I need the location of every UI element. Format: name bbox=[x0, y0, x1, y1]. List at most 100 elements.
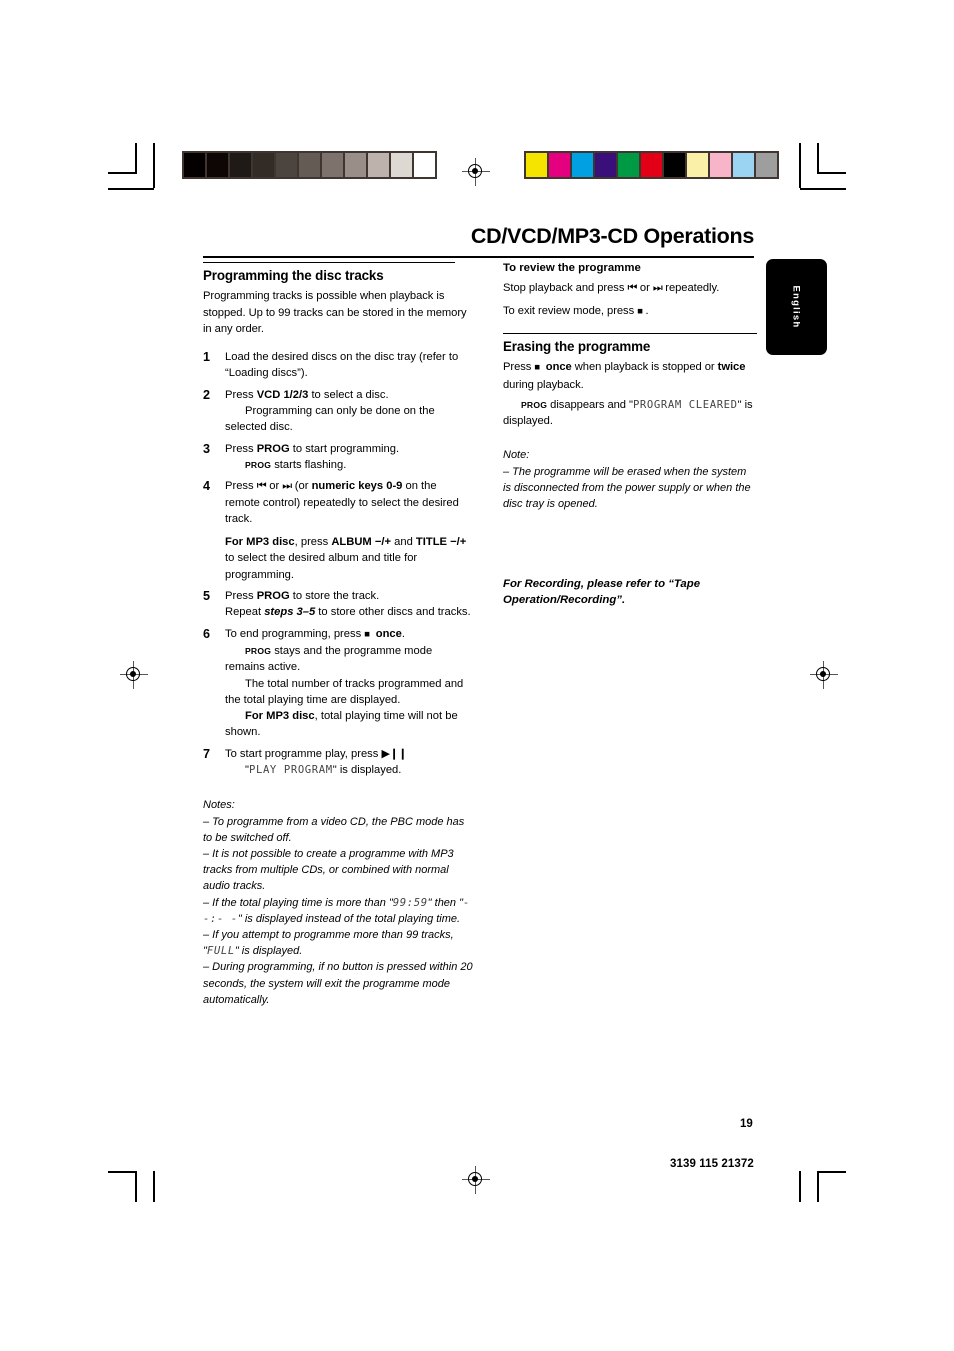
erase-line-2: PROG disappears and "PROGRAM CLEARED" is… bbox=[503, 397, 757, 430]
recording-reference-note: For Recording, please refer to “Tape Ope… bbox=[503, 577, 701, 606]
prog-indicator-3: PROG bbox=[521, 399, 548, 410]
programming-intro: Programming tracks is possible when play… bbox=[203, 290, 467, 335]
color-swatch-6 bbox=[664, 153, 685, 177]
step-6-period: . bbox=[401, 627, 405, 640]
step-4-line-2: For MP3 disc, press ALBUM −/+ and TITLE … bbox=[225, 534, 473, 583]
color-swatch-4 bbox=[618, 153, 639, 177]
step-4-select-text: to select the desired album and title fo… bbox=[225, 552, 418, 581]
crop-mark-bottom-left-v bbox=[135, 1172, 137, 1202]
display-play-program: PLAY PROGRAM bbox=[248, 764, 333, 777]
step-1-text: Load the desired discs on the disc tray … bbox=[225, 351, 459, 380]
section-heading-programming: Programming the disc tracks bbox=[203, 268, 384, 284]
grayscale-swatch-2 bbox=[230, 153, 251, 177]
step-3-post: to start programming. bbox=[289, 442, 400, 455]
erase-pre: Press bbox=[503, 361, 535, 374]
right-column: To review the programme Stop playback an… bbox=[503, 262, 757, 620]
display-program-cleared: PROGRAM CLEARED bbox=[632, 398, 738, 411]
right-note-text: – The programme will be erased when the … bbox=[503, 465, 751, 511]
review-pre: Stop playback and press bbox=[503, 282, 628, 294]
review-line-2: To exit review mode, press ■ . bbox=[503, 302, 757, 321]
grayscale-swatch-10 bbox=[414, 153, 435, 177]
play-pause-icon: ▶❙❙ bbox=[381, 747, 407, 760]
registration-mark-right bbox=[810, 661, 838, 689]
crop-mark-top-left-v bbox=[135, 143, 137, 173]
step-7-line-1: To start programme play, press ▶❙❙ bbox=[225, 746, 473, 762]
color-swatch-7 bbox=[687, 153, 708, 177]
note-item-4: – If you attempt to programme more than … bbox=[203, 927, 473, 959]
note-4-post: " is displayed. bbox=[234, 945, 303, 958]
step-4: 4 Press ⏮ or ⏭ (or numeric keys 0-9 on t… bbox=[203, 478, 473, 583]
step-4-numeric-keys: numeric keys 0-9 bbox=[311, 480, 403, 493]
grayscale-swatch-9 bbox=[391, 153, 412, 177]
subheading-review-programme: To review the programme bbox=[503, 262, 641, 274]
registration-mark-top bbox=[462, 158, 490, 186]
step-6-once: once bbox=[375, 627, 402, 640]
step-2: 2 Press VCD 1/2/3 to select a disc. Prog… bbox=[203, 387, 473, 436]
crop-mark-bottom-left-h bbox=[108, 1171, 137, 1173]
step-4-paren: (or bbox=[291, 480, 312, 493]
grayscale-swatch-0 bbox=[184, 153, 205, 177]
album-plusminus-icon: −/+ bbox=[371, 536, 395, 549]
color-calibration-bar bbox=[524, 151, 779, 179]
color-swatch-8 bbox=[710, 153, 731, 177]
step-4-and: and bbox=[394, 536, 416, 549]
note-item-5: – During programming, if no button is pr… bbox=[203, 961, 473, 1006]
erase-once: once bbox=[545, 361, 572, 374]
title-divider bbox=[203, 256, 754, 258]
erase-line-1: Press ■ once when playback is stopped or… bbox=[503, 359, 757, 393]
stop-icon: ■ bbox=[364, 628, 370, 640]
step-5: 5 Press PROG to store the track. Repeat … bbox=[203, 588, 473, 621]
left-notes: Notes: – To programme from a video CD, t… bbox=[203, 797, 473, 1008]
step-7: 7 To start programme play, press ▶❙❙ "PL… bbox=[203, 746, 473, 779]
step-6: 6 To end programming, press ■ once. PROG… bbox=[203, 626, 473, 741]
registration-mark-left bbox=[120, 661, 148, 689]
note-item-2: – It is not possible to create a program… bbox=[203, 847, 454, 893]
prog-indicator: PROG bbox=[245, 459, 272, 470]
step-4-or: or bbox=[266, 480, 283, 493]
color-swatch-5 bbox=[641, 153, 662, 177]
step-2-line-1: Press VCD 1/2/3 to select a disc. bbox=[225, 387, 473, 403]
prev-track-icon-2: ⏮ bbox=[627, 282, 637, 294]
document-code: 3139 115 21372 bbox=[670, 1158, 754, 1170]
step-3: 3 Press PROG to start programming. PROG … bbox=[203, 441, 473, 474]
step-6-line-1: To end programming, press ■ once. bbox=[225, 626, 473, 643]
title-plusminus-icon: −/+ bbox=[447, 536, 467, 549]
review-or: or bbox=[636, 282, 653, 294]
registration-mark-bottom bbox=[462, 1166, 490, 1194]
page-number: 19 bbox=[740, 1118, 753, 1130]
note-3-post: " is displayed instead of the total play… bbox=[237, 912, 461, 925]
review-exit-post: . bbox=[642, 305, 649, 317]
step-2-pre: Press bbox=[225, 388, 257, 401]
erase-mid: when playback is stopped or bbox=[571, 361, 718, 374]
erase-disappears: disappears and " bbox=[547, 398, 633, 411]
step-5-line-1: Press PROG to store the track. bbox=[225, 588, 473, 604]
step-5-repeat: Repeat bbox=[225, 606, 265, 619]
crop-mark-bottom-right-h bbox=[817, 1171, 846, 1173]
step-3-line-2: PROG starts flashing. bbox=[225, 457, 473, 473]
grayscale-swatch-7 bbox=[345, 153, 366, 177]
section-divider-erasing bbox=[503, 333, 757, 335]
crop-mark-top-left-h bbox=[108, 172, 137, 174]
color-swatch-3 bbox=[595, 153, 616, 177]
display-9959: 99:59 bbox=[392, 896, 428, 909]
crop-mark-top-right-v2 bbox=[799, 143, 801, 188]
language-tab: English bbox=[766, 259, 827, 355]
display-full: FULL bbox=[206, 945, 235, 958]
step-4-line-1: Press ⏮ or ⏭ (or numeric keys 0-9 on the… bbox=[225, 478, 473, 527]
step-3-pre: Press bbox=[225, 442, 257, 455]
grayscale-swatch-6 bbox=[322, 153, 343, 177]
step-4-button-title: TITLE bbox=[415, 536, 447, 549]
section-divider-programming bbox=[203, 262, 455, 264]
step-2-post: to select a disc. bbox=[308, 388, 389, 401]
step-5-store-text: to store other discs and tracks. bbox=[315, 606, 471, 619]
note-item-3: – If the total playing time is more than… bbox=[203, 895, 473, 927]
step-6-pre: To end programming, press bbox=[225, 627, 365, 640]
step-5-line-2: Repeat steps 3–5 to store other discs an… bbox=[225, 604, 473, 620]
step-4-button-album: ALBUM bbox=[331, 536, 372, 549]
note-item-1: – To programme from a video CD, the PBC … bbox=[203, 815, 465, 844]
step-7-pre: To start programme play, press bbox=[225, 747, 382, 760]
note-3-pre: – If the total playing time is more than… bbox=[203, 896, 393, 909]
step-2-button-vcd: VCD 1/2/3 bbox=[256, 388, 309, 401]
prev-track-icon: ⏮ bbox=[256, 480, 267, 493]
grayscale-swatch-4 bbox=[276, 153, 297, 177]
